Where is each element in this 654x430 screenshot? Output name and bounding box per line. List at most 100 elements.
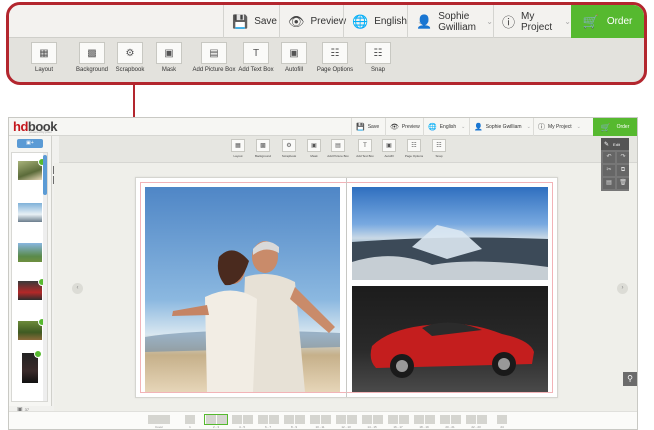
- layout-tool[interactable]: ▦ Layout: [29, 42, 59, 73]
- next-spread-button[interactable]: ›: [617, 283, 628, 294]
- globe-icon: 🌐: [428, 124, 437, 131]
- photo-list[interactable]: [11, 152, 48, 402]
- photo-thumbnail[interactable]: [18, 278, 46, 300]
- photobook-editor: hdbook powered by pixel 💾 Save 👁 Preview…: [8, 117, 638, 430]
- photo-thumbnail[interactable]: [18, 318, 46, 340]
- photo-thumbnail[interactable]: [18, 203, 42, 222]
- layout-icon: ▦: [31, 42, 57, 64]
- chevron-down-icon: ⌄: [526, 124, 531, 130]
- page-thumb[interactable]: 1: [179, 415, 201, 429]
- page-thumb[interactable]: 20 - 21: [439, 415, 461, 429]
- redo-icon[interactable]: ↷: [617, 152, 629, 163]
- photo-thumbnail[interactable]: [18, 243, 42, 262]
- autofill-icon: ▣: [281, 42, 307, 64]
- globe-icon: 🌐: [352, 13, 369, 29]
- add-photos-button[interactable]: ▣+: [17, 139, 43, 148]
- preview-button[interactable]: 👁 Preview: [279, 5, 346, 38]
- tool-row: ▦ Layout ▩ Background ⚙ Scrapbook ▣ Mask ▤ Ad…: [59, 136, 637, 163]
- add-picture-box-tool[interactable]: ▤ Add Picture Box: [323, 139, 353, 158]
- page-thumb[interactable]: 4 - 5: [231, 415, 253, 429]
- page-thumb[interactable]: 18 - 19: [413, 415, 435, 429]
- snap-icon: ☷: [432, 139, 446, 152]
- order-button[interactable]: 🛒 Order: [593, 118, 637, 136]
- mask-icon: ▣: [156, 42, 182, 64]
- spine-fold: [346, 178, 347, 397]
- language-select[interactable]: 🌐 English ⌄: [343, 5, 424, 38]
- callout-tool-row: ▦ Layout ▩ Background ⚙ Scrapbook ▣ Mask ▤ Ad…: [9, 38, 644, 82]
- page-thumb[interactable]: 16 - 17: [387, 415, 409, 429]
- zoom-button[interactable]: ⚲: [623, 372, 637, 386]
- page-thumb[interactable]: 24: [491, 415, 513, 429]
- copy-icon[interactable]: ⧉: [617, 165, 629, 176]
- undo-icon[interactable]: ↶: [603, 152, 615, 163]
- chevron-down-icon: ⌄: [461, 124, 466, 130]
- info-icon: ⓘ: [538, 124, 545, 131]
- user-menu[interactable]: 👤 Sophie Gwilliam ⌄: [469, 118, 533, 136]
- chevron-down-icon: ⌄: [564, 17, 571, 26]
- scrapbook-icon: ⚙: [282, 139, 296, 152]
- photo-thumbnail[interactable]: [18, 158, 46, 180]
- autofill-tool[interactable]: ▣ Autofill: [379, 139, 399, 158]
- info-icon: ⓘ: [502, 15, 516, 30]
- background-tool[interactable]: ▩ Background: [251, 139, 275, 158]
- preview-label: Preview: [310, 16, 347, 27]
- page-thumb[interactable]: 8 - 9: [283, 415, 305, 429]
- couple-photo[interactable]: [145, 187, 340, 392]
- layout-tool[interactable]: ▦ Layout: [227, 139, 249, 158]
- page-thumb[interactable]: 14 - 15: [361, 415, 383, 429]
- photo-thumbnail[interactable]: [22, 350, 42, 383]
- ice-photo-art: [352, 225, 548, 280]
- car-photo-art: [370, 322, 534, 378]
- chevron-left-icon: ‹: [76, 285, 79, 291]
- paste-icon[interactable]: ▤: [603, 178, 615, 189]
- red-car-photo[interactable]: [352, 286, 548, 392]
- save-button[interactable]: 💾 Save: [223, 5, 279, 38]
- page-spread[interactable]: [135, 177, 558, 398]
- language-select[interactable]: 🌐 English ⌄: [423, 118, 469, 136]
- delete-icon[interactable]: 🗑: [617, 178, 629, 189]
- add-text-box-icon: T: [358, 139, 372, 152]
- user-menu[interactable]: 👤 Sophie Gwilliam ⌄: [407, 5, 493, 38]
- page-thumb[interactable]: 6 - 7: [257, 415, 279, 429]
- snap-tool[interactable]: ☷ Snap: [429, 139, 449, 158]
- page-thumb-selected[interactable]: 2 - 3: [204, 414, 228, 429]
- autofill-tool[interactable]: ▣ Autofill: [279, 42, 309, 73]
- scrapbook-tool[interactable]: ⚙ Scrapbook: [277, 139, 301, 158]
- edit-button[interactable]: ✎ Edit: [601, 138, 629, 150]
- snap-tool[interactable]: ☷ Snap: [363, 42, 393, 73]
- add-text-box-tool[interactable]: T Add Text Box: [352, 139, 378, 158]
- page-options-tool[interactable]: ☷ Page Options: [309, 42, 361, 73]
- order-button[interactable]: 🛒 Order: [571, 5, 644, 38]
- save-button[interactable]: 💾 Save: [351, 118, 385, 136]
- mask-tool[interactable]: ▣ Mask: [154, 42, 184, 73]
- edit-icon: ✎: [604, 141, 610, 148]
- project-name: My Project: [521, 10, 553, 33]
- add-text-box-tool[interactable]: T Add Text Box: [233, 42, 279, 73]
- snap-icon: ☷: [365, 42, 391, 64]
- scrapbook-tool[interactable]: ⚙ Scrapbook: [109, 42, 151, 73]
- cart-icon: 🛒: [600, 122, 611, 132]
- page-thumb-cover[interactable]: Cover: [148, 415, 170, 429]
- page-thumb[interactable]: 10 - 11: [309, 415, 331, 429]
- scrollbar-track[interactable]: [43, 153, 47, 401]
- save-label: Save: [254, 16, 277, 27]
- project-menu[interactable]: ⓘ My Project ⌄: [533, 118, 595, 136]
- preview-button[interactable]: 👁 Preview: [385, 118, 423, 136]
- order-label: Order: [606, 16, 633, 27]
- mask-tool[interactable]: ▣ Mask: [304, 139, 324, 158]
- scrollbar-thumb[interactable]: [43, 155, 47, 195]
- page-thumb[interactable]: 22 - 23: [465, 415, 487, 429]
- save-icon: 💾: [232, 13, 249, 29]
- page-thumb[interactable]: 12 - 13: [335, 415, 357, 429]
- used-badge: [34, 350, 42, 358]
- page-options-tool[interactable]: ☷ Page Options: [400, 139, 428, 158]
- ice-beach-photo[interactable]: [352, 187, 548, 280]
- project-menu[interactable]: ⓘ My Project ⌄: [493, 5, 571, 38]
- background-tool[interactable]: ▩ Background: [71, 42, 113, 73]
- prev-spread-button[interactable]: ‹: [72, 283, 83, 294]
- user-icon: 👤: [416, 13, 433, 29]
- user-name: Sophie Gwilliam: [438, 10, 476, 33]
- save-icon: 💾: [356, 124, 365, 131]
- couple-photo-art: [145, 241, 340, 392]
- cut-icon[interactable]: ✂: [603, 165, 615, 176]
